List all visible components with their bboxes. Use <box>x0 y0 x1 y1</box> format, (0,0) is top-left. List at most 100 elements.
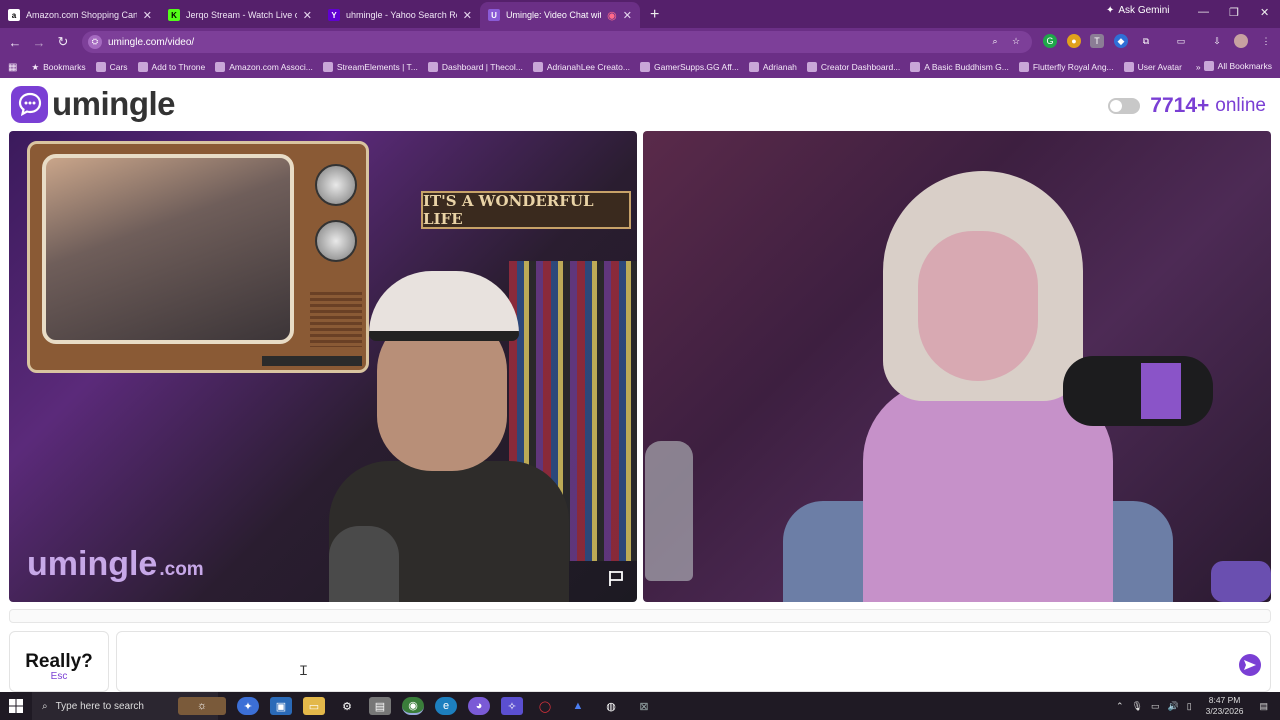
bookmark-item[interactable]: Dashboard | Thecol... <box>427 62 523 72</box>
bookmark-item[interactable]: Amazon.com Associ... <box>215 62 313 72</box>
bookmark-label: Cars <box>109 62 128 72</box>
discord-icon[interactable]: ◕ <box>468 697 490 715</box>
app-icon[interactable]: ▤ <box>369 697 391 715</box>
umingle-logo[interactable]: umingle <box>11 85 176 123</box>
apps-grid-icon[interactable]: ▦ <box>8 62 17 73</box>
grammarly-icon[interactable]: G <box>1043 34 1057 48</box>
microphone <box>1063 356 1213 426</box>
person-face <box>918 231 1038 381</box>
back-icon[interactable]: ← <box>3 35 27 50</box>
show-hidden-icons[interactable]: ⌃ <box>1116 701 1124 712</box>
bookmark-item[interactable]: AdrianahLee Creato... <box>532 62 630 72</box>
umingle-page: umingle 7714+ online IT'S A WONDERFUL LI… <box>0 78 1280 692</box>
star-icon[interactable]: ☆ <box>1009 34 1023 48</box>
watermark-suffix: .com <box>159 559 204 580</box>
tv-knob <box>315 164 357 206</box>
address-bar[interactable]: ⛭ umingle.com/video/ <box>82 31 1032 53</box>
tab-umingle[interactable]: U Umingle: Video Chat with S ◉ ✕ <box>480 2 640 28</box>
search-icon: ⌕ <box>42 700 48 712</box>
bookmark-label: GamerSupps.GG Aff... <box>653 62 739 72</box>
flutterfly-icon <box>1018 62 1029 72</box>
obs-icon[interactable]: ◍ <box>600 697 622 715</box>
bookmark-item[interactable]: Creator Dashboard... <box>806 62 900 72</box>
star-icon: ★ <box>31 61 40 72</box>
copilot-app-icon[interactable]: ✧ <box>501 697 523 715</box>
bookmark-item[interactable]: Add to Throne <box>137 62 205 72</box>
gamersupps-icon <box>639 62 650 72</box>
close-window-icon[interactable]: ✕ <box>1260 6 1269 19</box>
battery-icon[interactable]: ▯ <box>1187 701 1192 712</box>
store-icon[interactable]: ▣ <box>270 697 292 715</box>
facebook-icon <box>748 62 759 72</box>
new-tab-button[interactable]: + <box>640 2 669 28</box>
zoom-icon[interactable]: ⌕ <box>988 34 1002 48</box>
bookmark-item[interactable]: User Avatar <box>1123 62 1182 72</box>
tv-screen <box>42 154 294 344</box>
reload-icon[interactable]: ↻ <box>51 34 75 50</box>
extension-t-icon[interactable]: T <box>1090 34 1104 48</box>
tab-kick-stream[interactable]: K Jerqo Stream - Watch Live on K ✕ <box>160 2 320 28</box>
restore-icon[interactable]: ❐ <box>1229 6 1239 19</box>
tab-label: Jerqo Stream - Watch Live on K <box>186 10 297 20</box>
downloads-icon[interactable]: ⇩ <box>1210 34 1224 48</box>
chrome-icon[interactable]: ◉ <box>402 697 424 715</box>
opera-icon[interactable]: ◯ <box>534 697 556 715</box>
cast-icon[interactable]: ▭ <box>1174 34 1188 48</box>
user-avatar-icon <box>1123 62 1134 72</box>
network-icon[interactable]: ▭ <box>1151 701 1160 712</box>
stop-button[interactable]: Really? Esc <box>9 631 109 692</box>
bookmark-item[interactable]: Flutterfly Royal Ang... <box>1018 62 1114 72</box>
theme-toggle[interactable] <box>1108 98 1141 114</box>
forward-icon[interactable]: → <box>27 35 51 50</box>
chat-bubble-icon <box>11 85 48 123</box>
edge-icon[interactable]: e <box>435 697 457 715</box>
tv-knob <box>315 220 357 262</box>
time: 8:47 PM <box>1208 695 1241 705</box>
menu-kebab-icon[interactable]: ⋮ <box>1259 34 1273 48</box>
drink-can <box>1211 561 1271 602</box>
wall-sign: IT'S A WONDERFUL LIFE <box>421 191 631 229</box>
copilot-icon[interactable]: ✦ <box>237 697 259 715</box>
local-video: IT'S A WONDERFUL LIFE umingle .com <box>9 131 637 602</box>
xbox-icon[interactable]: ⊠ <box>633 697 655 715</box>
tab-yahoo-search[interactable]: Y uhmingle - Yahoo Search Results ✕ <box>320 2 480 28</box>
extension-blue-icon[interactable]: ◆ <box>1114 34 1128 48</box>
extensions-puzzle-icon[interactable]: ⧉ <box>1139 34 1153 48</box>
person-cap <box>369 271 519 341</box>
honey-icon[interactable]: ● <box>1067 34 1081 48</box>
streamelements-icon <box>322 62 333 72</box>
close-tab-icon[interactable]: ✕ <box>623 9 632 22</box>
close-tab-icon[interactable]: ✕ <box>463 9 472 22</box>
bookmark-item[interactable]: ★ Bookmarks <box>31 62 85 73</box>
bookmark-item[interactable]: GamerSupps.GG Aff... <box>639 62 739 72</box>
microphone-icon[interactable]: 🎙 <box>1132 701 1143 712</box>
tab-amazon-cart[interactable]: a Amazon.com Shopping Cart ✕ <box>0 2 160 28</box>
bookmark-item[interactable]: Cars <box>95 62 128 72</box>
windows-start-icon[interactable] <box>0 699 32 713</box>
ask-gemini-button[interactable]: ✦ Ask Gemini <box>1106 5 1170 16</box>
more-bookmarks-icon[interactable]: » <box>1196 62 1201 72</box>
minimize-icon[interactable]: — <box>1198 6 1209 18</box>
clock[interactable]: 8:47 PM 3/23/2026 <box>1206 695 1244 717</box>
chat-input[interactable]: Ｉ <box>116 631 1271 692</box>
site-info-icon[interactable]: ⛭ <box>88 35 102 49</box>
close-tab-icon[interactable]: ✕ <box>303 9 312 22</box>
settings-icon[interactable]: ⚙ <box>336 697 358 715</box>
amazon-icon <box>215 62 226 72</box>
weather-widget-icon[interactable]: ☼ <box>178 697 226 715</box>
notifications-icon[interactable]: ▤ <box>1259 701 1268 712</box>
bookmark-item[interactable]: Adrianah <box>748 62 797 72</box>
kick-icon: K <box>168 9 180 21</box>
all-bookmarks-button[interactable]: All Bookmarks <box>1203 61 1272 71</box>
close-tab-icon[interactable]: ✕ <box>143 9 152 22</box>
file-explorer-icon[interactable]: ▭ <box>303 697 325 715</box>
tab-label: Amazon.com Shopping Cart <box>26 10 137 20</box>
volume-icon[interactable]: 🔊 <box>1167 701 1178 712</box>
bookmark-item[interactable]: A Basic Buddhism G... <box>910 62 1009 72</box>
profile-avatar[interactable] <box>1234 34 1248 48</box>
report-flag-icon[interactable] <box>607 569 625 592</box>
send-icon[interactable] <box>1239 654 1261 676</box>
throne-icon <box>137 62 148 72</box>
bookmark-item[interactable]: StreamElements | T... <box>322 62 418 72</box>
streaming-app-icon[interactable]: ▲ <box>567 697 589 715</box>
